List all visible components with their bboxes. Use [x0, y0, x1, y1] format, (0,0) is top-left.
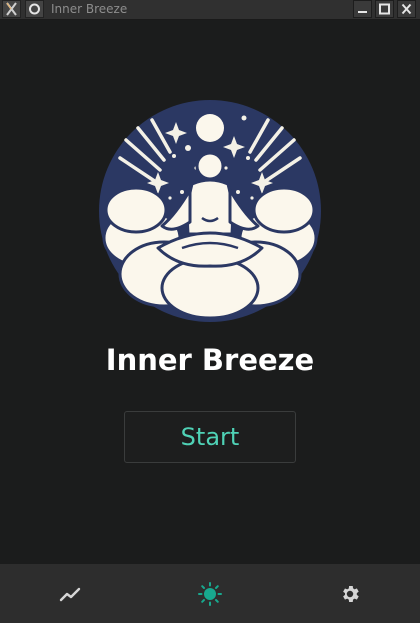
nav-progress[interactable]	[0, 564, 140, 623]
nav-breathe[interactable]	[140, 564, 280, 623]
minimize-icon[interactable]	[353, 0, 372, 18]
app-title: Inner Breeze	[105, 343, 315, 377]
bottom-nav	[0, 564, 420, 623]
window-menu-icon[interactable]	[25, 0, 44, 18]
meditation-logo	[98, 98, 322, 324]
start-button[interactable]: Start	[124, 411, 296, 463]
nav-settings[interactable]	[280, 564, 420, 623]
window-title: Inner Breeze	[51, 2, 128, 16]
chart-line-icon	[59, 587, 81, 601]
x-app-icon[interactable]	[2, 0, 21, 18]
gear-icon	[343, 585, 359, 602]
title-bar: Inner Breeze	[0, 0, 420, 20]
close-icon[interactable]	[397, 0, 416, 18]
maximize-icon[interactable]	[375, 0, 394, 18]
sun-icon	[198, 581, 222, 606]
